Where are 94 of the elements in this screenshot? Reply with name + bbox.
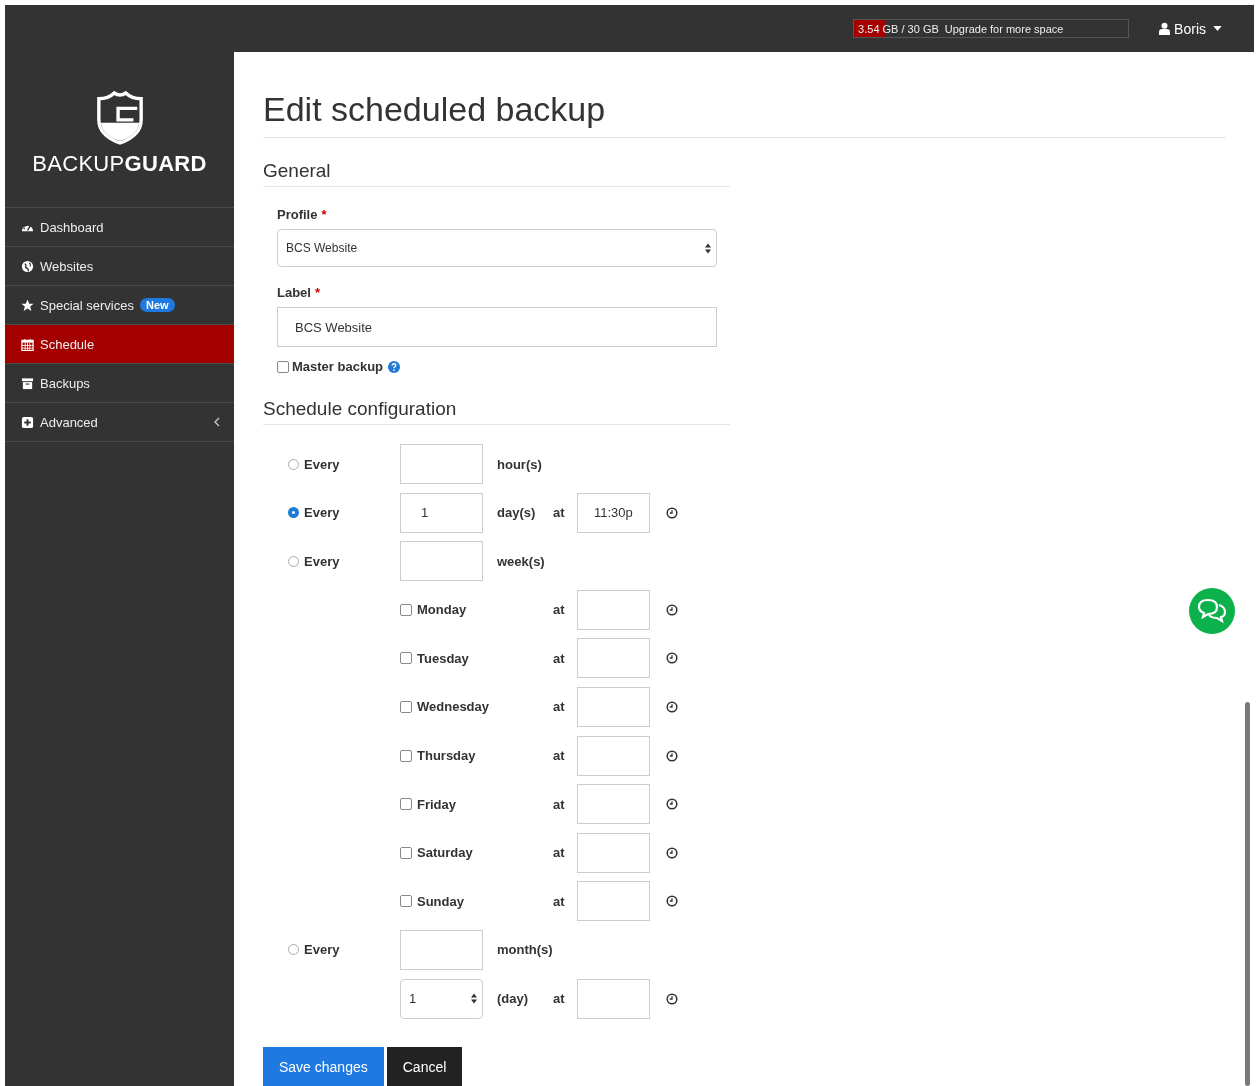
at-label: at — [553, 991, 566, 1007]
checkbox-label: Master backup — [292, 359, 384, 374]
weekday-label: Monday — [417, 602, 467, 618]
number-input[interactable] — [400, 541, 483, 582]
at-label: at — [553, 505, 566, 521]
user-icon — [1159, 22, 1171, 35]
archive-icon — [21, 376, 34, 390]
help-icon[interactable] — [388, 360, 401, 373]
at-label: at — [553, 893, 566, 909]
checkbox[interactable] — [400, 846, 412, 859]
clock-icon[interactable] — [666, 749, 678, 762]
field-label: Label — [277, 285, 311, 300]
globe-icon — [21, 259, 34, 273]
checkbox[interactable] — [400, 749, 412, 762]
clock-icon[interactable] — [666, 798, 678, 811]
weekday-label: Wednesday — [417, 699, 489, 715]
form-button[interactable]: Save changes — [263, 1046, 384, 1086]
section-heading: Schedule configuration — [263, 398, 730, 425]
new-badge: New — [139, 298, 175, 312]
unit-label: day(s) — [496, 505, 537, 521]
weekday-label: Thursday — [417, 748, 476, 764]
weekday-label: Friday — [417, 796, 456, 812]
time-input[interactable] — [577, 638, 650, 679]
unit-label: hour(s) — [496, 456, 543, 472]
time-input[interactable]: 11:30p — [577, 492, 650, 533]
option-label: Every — [304, 456, 340, 472]
scrollbar[interactable] — [1245, 702, 1250, 1086]
radio-button[interactable] — [288, 944, 299, 956]
time-input[interactable] — [577, 735, 650, 776]
weekday-label: Tuesday — [417, 650, 469, 666]
weekday-label: Saturday — [417, 845, 473, 861]
section-heading: General — [263, 160, 730, 187]
nav-item[interactable]: Advanced — [5, 403, 234, 442]
at-label: at — [553, 699, 566, 715]
checkbox[interactable] — [400, 700, 412, 713]
at-label: at — [553, 845, 566, 861]
clock-icon[interactable] — [666, 506, 678, 519]
weekday-label: Sunday — [417, 893, 464, 909]
time-input[interactable] — [577, 589, 650, 630]
calendar-icon — [21, 337, 34, 351]
plus-square-icon — [21, 415, 34, 429]
profile-select[interactable]: BCS Website — [277, 229, 717, 267]
checkbox[interactable] — [277, 360, 289, 373]
logo-wordmark: BACKUPGUARD — [32, 150, 207, 177]
option-label: Every — [304, 942, 340, 958]
checkbox[interactable] — [400, 895, 412, 908]
checkbox[interactable] — [400, 603, 412, 616]
time-input[interactable] — [577, 881, 650, 922]
option-label: Every — [304, 553, 340, 569]
time-input[interactable] — [577, 978, 650, 1019]
unit-label: week(s) — [496, 553, 546, 569]
nav-item[interactable]: Schedule — [5, 325, 234, 364]
required-mark: * — [314, 285, 321, 300]
form-button[interactable]: Cancel — [386, 1046, 463, 1086]
shield-logo-icon — [94, 90, 145, 145]
updown-arrows-icon — [705, 242, 711, 254]
option-label: Every — [304, 505, 340, 521]
checkbox[interactable] — [400, 652, 412, 665]
chat-icon[interactable] — [1189, 588, 1235, 634]
number-input[interactable]: 1 — [400, 492, 483, 533]
clock-icon[interactable] — [666, 846, 678, 859]
day-select[interactable]: 1 — [400, 978, 483, 1019]
unit-label: month(s) — [496, 942, 553, 958]
time-input[interactable] — [577, 832, 650, 873]
caret-icon — [1213, 26, 1222, 31]
number-input[interactable] — [400, 929, 483, 970]
nav-item[interactable]: Dashboard — [5, 208, 234, 247]
radio-button[interactable] — [288, 458, 299, 470]
nav-item[interactable]: Websites — [5, 247, 234, 286]
radio-button[interactable] — [288, 555, 299, 567]
clock-icon[interactable] — [666, 603, 678, 616]
checkbox[interactable] — [400, 798, 412, 811]
upgrade-link[interactable]: Upgrade for more space — [944, 22, 1064, 35]
updown-arrows-icon — [471, 993, 477, 1005]
at-label: at — [553, 748, 566, 764]
at-label: at — [553, 796, 566, 812]
clock-icon[interactable] — [666, 992, 678, 1005]
at-label: at — [553, 602, 566, 618]
time-input[interactable] — [577, 784, 650, 825]
radio-button[interactable] — [288, 507, 299, 519]
label-input[interactable]: BCS Website — [277, 307, 717, 347]
clock-icon[interactable] — [666, 895, 678, 908]
page-title: Edit scheduled backup — [263, 90, 1226, 138]
nav-item[interactable]: Backups — [5, 364, 234, 403]
unit-label: (day) — [496, 991, 530, 1007]
time-input[interactable] — [577, 686, 650, 727]
clock-icon[interactable] — [666, 700, 678, 713]
star-icon — [21, 298, 34, 312]
at-label: at — [553, 650, 566, 666]
number-input[interactable] — [400, 444, 483, 484]
user-menu[interactable]: Boris — [1159, 20, 1222, 37]
field-label: Profile — [277, 207, 318, 222]
required-mark: * — [321, 207, 327, 222]
clock-icon[interactable] — [666, 652, 678, 665]
